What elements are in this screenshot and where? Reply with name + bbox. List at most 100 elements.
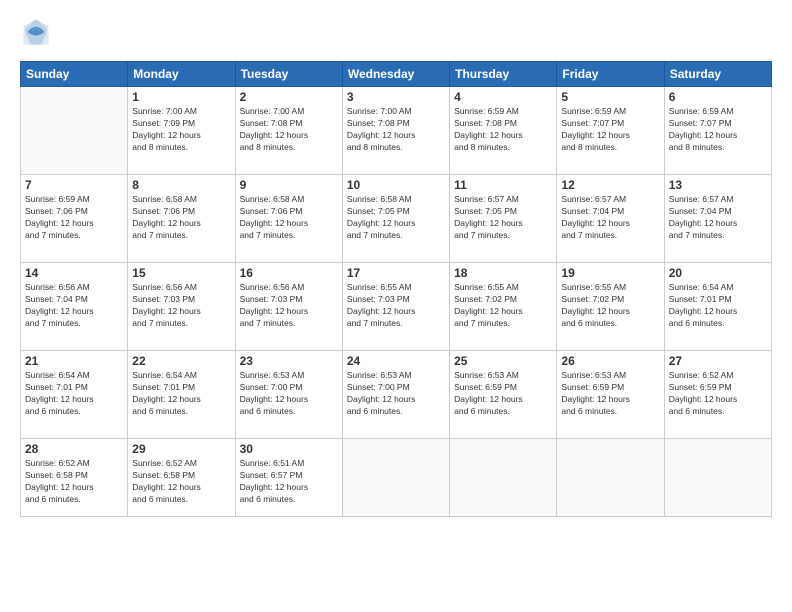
calendar-cell: 24 Sunrise: 6:53 AM Sunset: 7:00 PM Dayli… (342, 351, 449, 439)
day-info: Sunrise: 6:53 AM Sunset: 6:59 PM Dayligh… (454, 370, 552, 418)
day-info: Sunrise: 6:55 AM Sunset: 7:03 PM Dayligh… (347, 282, 445, 330)
day-info: Sunrise: 6:57 AM Sunset: 7:04 PM Dayligh… (669, 194, 767, 242)
day-info: Sunrise: 6:54 AM Sunset: 7:01 PM Dayligh… (132, 370, 230, 418)
day-info: Sunrise: 6:58 AM Sunset: 7:06 PM Dayligh… (240, 194, 338, 242)
calendar-cell: 11 Sunrise: 6:57 AM Sunset: 7:05 PM Dayli… (450, 175, 557, 263)
calendar-cell (450, 439, 557, 517)
day-number: 3 (347, 90, 445, 104)
day-number: 27 (669, 354, 767, 368)
day-info: Sunrise: 6:57 AM Sunset: 7:05 PM Dayligh… (454, 194, 552, 242)
day-number: 17 (347, 266, 445, 280)
day-number: 29 (132, 442, 230, 456)
day-info: Sunrise: 6:52 AM Sunset: 6:58 PM Dayligh… (132, 458, 230, 506)
calendar-cell: 15Sunrise: 6:56 AM Sunset: 7:03 PM Dayli… (128, 263, 235, 351)
calendar-cell: 22 Sunrise: 6:54 AM Sunset: 7:01 PM Dayli… (128, 351, 235, 439)
weekday-header-thursday: Thursday (450, 62, 557, 87)
day-info: Sunrise: 6:58 AM Sunset: 7:06 PM Dayligh… (132, 194, 230, 242)
calendar-cell: 26 Sunrise: 6:53 AM Sunset: 6:59 PM Dayli… (557, 351, 664, 439)
week-row-3: 14 Sunrise: 6:56 AM Sunset: 7:04 PM Dayli… (21, 263, 772, 351)
day-info: Sunrise: 6:56 AM Sunset: 7:03 PM Dayligh… (240, 282, 338, 330)
day-number: 7 (25, 178, 123, 192)
day-info: Sunrise: 6:56 AM Sunset: 7:04 PM Dayligh… (25, 282, 123, 330)
day-info: Sunrise: 6:59 AM Sunset: 7:06 PM Dayligh… (25, 194, 123, 242)
calendar-cell: 17 Sunrise: 6:55 AM Sunset: 7:03 PM Dayli… (342, 263, 449, 351)
calendar-cell: 20 Sunrise: 6:54 AM Sunset: 7:01 PM Dayli… (664, 263, 771, 351)
day-number: 30 (240, 442, 338, 456)
day-number: 22 (132, 354, 230, 368)
calendar-cell: 19Sunrise: 6:55 AM Sunset: 7:02 PM Dayli… (557, 263, 664, 351)
calendar-cell: 14 Sunrise: 6:56 AM Sunset: 7:04 PM Dayli… (21, 263, 128, 351)
day-number: 16 (240, 266, 338, 280)
day-number: 19 (561, 266, 659, 280)
day-info: Sunrise: 6:54 AM Sunset: 7:01 PM Dayligh… (669, 282, 767, 330)
day-number: 6 (669, 90, 767, 104)
day-info: Sunrise: 7:00 AM Sunset: 7:09 PM Dayligh… (132, 106, 230, 154)
calendar-cell (21, 87, 128, 175)
calendar-cell: 30 Sunrise: 6:51 AM Sunset: 6:57 PM Dayli… (235, 439, 342, 517)
day-number: 14 (25, 266, 123, 280)
day-number: 20 (669, 266, 767, 280)
calendar-cell: 28 Sunrise: 6:52 AM Sunset: 6:58 PM Dayli… (21, 439, 128, 517)
weekday-header-row: SundayMondayTuesdayWednesdayThursdayFrid… (21, 62, 772, 87)
calendar-cell: 29 Sunrise: 6:52 AM Sunset: 6:58 PM Dayli… (128, 439, 235, 517)
day-number: 1 (132, 90, 230, 104)
day-info: Sunrise: 6:53 AM Sunset: 7:00 PM Dayligh… (240, 370, 338, 418)
calendar-cell: 5 Sunrise: 6:59 AM Sunset: 7:07 PM Daylig… (557, 87, 664, 175)
day-number: 2 (240, 90, 338, 104)
day-info: Sunrise: 6:59 AM Sunset: 7:08 PM Dayligh… (454, 106, 552, 154)
calendar-cell: 18 Sunrise: 6:55 AM Sunset: 7:02 PM Dayli… (450, 263, 557, 351)
calendar-cell (664, 439, 771, 517)
calendar-cell: 23 Sunrise: 6:53 AM Sunset: 7:00 PM Dayli… (235, 351, 342, 439)
day-info: Sunrise: 6:53 AM Sunset: 6:59 PM Dayligh… (561, 370, 659, 418)
calendar-cell: 13 Sunrise: 6:57 AM Sunset: 7:04 PM Dayli… (664, 175, 771, 263)
calendar-cell: 27 Sunrise: 6:52 AM Sunset: 6:59 PM Dayli… (664, 351, 771, 439)
calendar-cell: 6 Sunrise: 6:59 AM Sunset: 7:07 PM Daylig… (664, 87, 771, 175)
day-number: 28 (25, 442, 123, 456)
logo (20, 18, 52, 51)
day-number: 21 (25, 354, 123, 368)
calendar-cell: 3 Sunrise: 7:00 AM Sunset: 7:08 PM Daylig… (342, 87, 449, 175)
day-info: Sunrise: 6:57 AM Sunset: 7:04 PM Dayligh… (561, 194, 659, 242)
weekday-header-wednesday: Wednesday (342, 62, 449, 87)
calendar-table: SundayMondayTuesdayWednesdayThursdayFrid… (20, 61, 772, 517)
day-number: 23 (240, 354, 338, 368)
calendar-cell: 16 Sunrise: 6:56 AM Sunset: 7:03 PM Dayli… (235, 263, 342, 351)
day-info: Sunrise: 6:59 AM Sunset: 7:07 PM Dayligh… (561, 106, 659, 154)
day-info: Sunrise: 6:58 AM Sunset: 7:05 PM Dayligh… (347, 194, 445, 242)
day-info: Sunrise: 6:59 AM Sunset: 7:07 PM Dayligh… (669, 106, 767, 154)
calendar-cell (342, 439, 449, 517)
logo-icon (22, 18, 50, 46)
day-number: 9 (240, 178, 338, 192)
day-number: 24 (347, 354, 445, 368)
day-number: 13 (669, 178, 767, 192)
day-info: Sunrise: 7:00 AM Sunset: 7:08 PM Dayligh… (347, 106, 445, 154)
weekday-header-friday: Friday (557, 62, 664, 87)
day-number: 5 (561, 90, 659, 104)
calendar-cell: 9 Sunrise: 6:58 AM Sunset: 7:06 PM Daylig… (235, 175, 342, 263)
day-number: 18 (454, 266, 552, 280)
day-info: Sunrise: 6:53 AM Sunset: 7:00 PM Dayligh… (347, 370, 445, 418)
calendar-cell: 25 Sunrise: 6:53 AM Sunset: 6:59 PM Dayli… (450, 351, 557, 439)
day-number: 10 (347, 178, 445, 192)
weekday-header-monday: Monday (128, 62, 235, 87)
day-info: Sunrise: 6:52 AM Sunset: 6:59 PM Dayligh… (669, 370, 767, 418)
week-row-1: 1 Sunrise: 7:00 AM Sunset: 7:09 PM Daylig… (21, 87, 772, 175)
weekday-header-sunday: Sunday (21, 62, 128, 87)
week-row-5: 28 Sunrise: 6:52 AM Sunset: 6:58 PM Dayli… (21, 439, 772, 517)
calendar-cell: 2Sunrise: 7:00 AM Sunset: 7:08 PM Daylig… (235, 87, 342, 175)
day-number: 8 (132, 178, 230, 192)
day-number: 26 (561, 354, 659, 368)
day-info: Sunrise: 6:54 AM Sunset: 7:01 PM Dayligh… (25, 370, 123, 418)
header (20, 18, 772, 51)
day-info: Sunrise: 6:51 AM Sunset: 6:57 PM Dayligh… (240, 458, 338, 506)
calendar-cell: 4Sunrise: 6:59 AM Sunset: 7:08 PM Daylig… (450, 87, 557, 175)
day-number: 25 (454, 354, 552, 368)
week-row-2: 7 Sunrise: 6:59 AM Sunset: 7:06 PM Daylig… (21, 175, 772, 263)
day-number: 12 (561, 178, 659, 192)
day-info: Sunrise: 6:55 AM Sunset: 7:02 PM Dayligh… (454, 282, 552, 330)
week-row-4: 21 Sunrise: 6:54 AM Sunset: 7:01 PM Dayli… (21, 351, 772, 439)
weekday-header-saturday: Saturday (664, 62, 771, 87)
day-info: Sunrise: 6:52 AM Sunset: 6:58 PM Dayligh… (25, 458, 123, 506)
day-number: 11 (454, 178, 552, 192)
calendar-cell (557, 439, 664, 517)
